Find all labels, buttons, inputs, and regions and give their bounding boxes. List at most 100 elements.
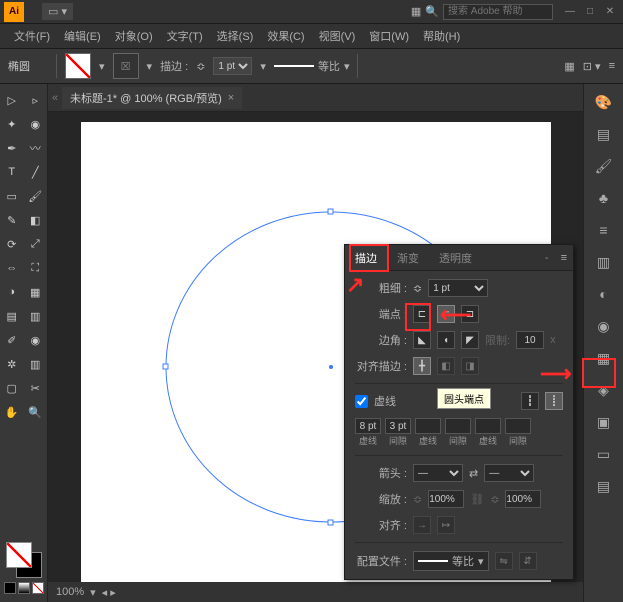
appearance-icon[interactable]: ◉ — [592, 314, 616, 338]
artboard-tool[interactable]: ▢ — [2, 378, 22, 398]
maximize-button[interactable]: □ — [581, 6, 599, 18]
gap-3[interactable] — [505, 418, 531, 434]
eyedropper[interactable]: ✐ — [2, 330, 22, 350]
close-tab-icon[interactable]: × — [228, 92, 234, 104]
fill-swatch[interactable] — [65, 53, 91, 79]
color-panel-icon[interactable]: 🎨 — [592, 90, 616, 114]
stroke-weight-dropdown[interactable]: ▾ — [260, 60, 266, 73]
shape-builder[interactable]: ◑ — [2, 282, 22, 302]
menu-help[interactable]: 帮助(H) — [417, 26, 466, 46]
dash-3[interactable] — [475, 418, 501, 434]
shape-icon[interactable]: ⊡ ▾ — [583, 60, 601, 73]
fill-stroke-swatch[interactable] — [6, 542, 42, 578]
corner-limit[interactable] — [516, 331, 544, 349]
gap-2[interactable] — [445, 418, 471, 434]
shaper-tool[interactable]: ✎ — [2, 210, 22, 230]
brush-tool[interactable]: 🖌 — [25, 186, 45, 206]
gradient-mode[interactable] — [18, 582, 30, 594]
gradient-panel-icon[interactable]: ▥ — [592, 250, 616, 274]
stroke-weight-select[interactable]: 1 pt — [213, 57, 252, 75]
layers-icon[interactable]: ◈ — [592, 378, 616, 402]
tab-stroke[interactable]: 描边 — [345, 245, 387, 271]
align-inside[interactable]: ◧ — [437, 357, 455, 375]
search-input[interactable] — [443, 4, 553, 20]
menu-view[interactable]: 视图(V) — [313, 26, 362, 46]
tab-gradient[interactable]: 渐变 — [387, 245, 429, 271]
menu-window[interactable]: 窗口(W) — [363, 26, 415, 46]
mesh-tool[interactable]: ▤ — [2, 306, 22, 326]
profile-select[interactable]: 等比▾ — [413, 551, 489, 571]
swatches-icon[interactable]: ▤ — [592, 122, 616, 146]
align-icon[interactable]: ▦ — [564, 60, 574, 73]
zoom-level[interactable]: 100% — [56, 586, 84, 598]
panel-menu[interactable]: ≡ — [555, 252, 573, 264]
symbol-spray[interactable]: ✲ — [2, 354, 22, 374]
tab-transparency[interactable]: 透明度 — [429, 245, 482, 271]
fill-dropdown[interactable]: ▾ — [99, 60, 105, 73]
artboards-icon[interactable]: ▭ — [592, 442, 616, 466]
line-tool[interactable]: ╱ — [25, 162, 45, 182]
corner-bevel[interactable]: ◤ — [461, 331, 479, 349]
rectangle-tool[interactable]: ▭ — [2, 186, 22, 206]
curvature-tool[interactable]: 〰 — [25, 138, 45, 158]
essentials-dropdown[interactable]: ▭ ▾ — [42, 3, 73, 20]
gradient-tool[interactable]: ▥ — [25, 306, 45, 326]
dash-2[interactable] — [415, 418, 441, 434]
selection-tool[interactable]: ▷ — [2, 90, 22, 110]
panel-collapse[interactable]: - — [539, 252, 555, 264]
variable-width-profile[interactable]: 等比▾ — [274, 58, 350, 74]
menu-edit[interactable]: 编辑(E) — [58, 26, 107, 46]
none-mode[interactable] — [32, 582, 44, 594]
stroke-dropdown[interactable]: ▾ — [147, 60, 153, 73]
stroke-swatch[interactable]: ☒ — [113, 53, 139, 79]
free-transform[interactable]: ⛶ — [25, 258, 45, 278]
stroke-weight-stepper[interactable]: ≎ — [196, 60, 205, 73]
close-button[interactable]: ✕ — [601, 6, 619, 18]
brushes-icon[interactable]: 🖌 — [592, 154, 616, 178]
dashed-checkbox[interactable] — [355, 395, 368, 408]
align-center[interactable]: ╋ — [413, 357, 431, 375]
weight-stepper[interactable]: ≎ — [413, 282, 422, 295]
direct-select-tool[interactable]: ▹ — [25, 90, 45, 110]
zoom-tool[interactable]: 🔍 — [25, 402, 45, 422]
weight-select[interactable]: 1 pt — [428, 279, 488, 297]
scale-tool[interactable]: ⤢ — [25, 234, 45, 254]
corner-miter[interactable]: ◣ — [413, 331, 431, 349]
document-tab[interactable]: 未标题-1* @ 100% (RGB/预览) × — [62, 87, 242, 109]
wand-tool[interactable]: ✦ — [2, 114, 22, 134]
stroke-panel-icon[interactable]: ≡ — [592, 218, 616, 242]
arrange-icon[interactable]: ▦ — [411, 5, 421, 18]
transparency-icon[interactable]: ◐ — [592, 282, 616, 306]
menu-select[interactable]: 选择(S) — [211, 26, 260, 46]
arrow-end[interactable]: — — [484, 464, 534, 482]
swap-arrows[interactable]: ⇄ — [469, 467, 478, 480]
rotate-tool[interactable]: ⟳ — [2, 234, 22, 254]
dash-preserve[interactable]: ┇ — [521, 392, 539, 410]
eraser-tool[interactable]: ◧ — [25, 210, 45, 230]
graphic-styles-icon[interactable]: ▦ — [592, 346, 616, 370]
type-tool[interactable]: T — [2, 162, 22, 182]
minimize-button[interactable]: — — [561, 6, 579, 18]
flip-x[interactable]: ⇋ — [495, 552, 513, 570]
slice-tool[interactable]: ✂ — [25, 378, 45, 398]
flip-y[interactable]: ⇵ — [519, 552, 537, 570]
menu-file[interactable]: 文件(F) — [8, 26, 56, 46]
cap-butt[interactable]: ⊏ — [413, 305, 431, 323]
pen-tool[interactable]: ✒ — [2, 138, 22, 158]
zoom-dropdown[interactable]: ▾ — [90, 586, 96, 599]
gap-1[interactable] — [385, 418, 411, 434]
symbols-icon[interactable]: ♣ — [592, 186, 616, 210]
align-outside[interactable]: ◨ — [461, 357, 479, 375]
arrow-start[interactable]: — — [413, 464, 463, 482]
preferences-icon[interactable]: ≡ — [609, 60, 615, 72]
dash-align[interactable]: ┋ — [545, 392, 563, 410]
menu-effect[interactable]: 效果(C) — [261, 26, 310, 46]
menu-type[interactable]: 文字(T) — [161, 26, 209, 46]
corner-round[interactable]: ◖ — [437, 331, 455, 349]
dash-1[interactable] — [355, 418, 381, 434]
width-tool[interactable]: ⇔ — [2, 258, 22, 278]
blend-tool[interactable]: ◉ — [25, 330, 45, 350]
menu-object[interactable]: 对象(O) — [109, 26, 159, 46]
libraries-icon[interactable]: ▤ — [592, 474, 616, 498]
stroke-panel[interactable]: 描边 渐变 透明度 - ≡ 粗细 : ≎ 1 pt 端点 : ⊏ ⊂ ⊐ 圆头端… — [344, 244, 574, 580]
